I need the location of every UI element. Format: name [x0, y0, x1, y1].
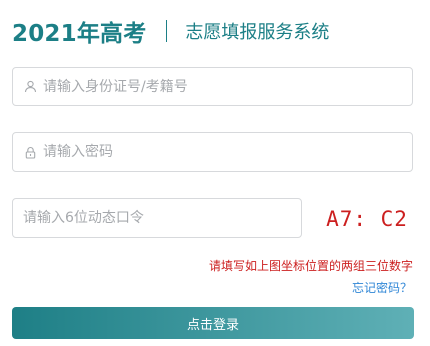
page-title: 2021年高考	[12, 21, 147, 47]
forgot-password-link[interactable]: 忘记密码？	[352, 279, 412, 296]
title-divider	[166, 20, 168, 42]
password-field	[12, 132, 413, 172]
captcha-image[interactable]: A7: C2	[326, 205, 408, 233]
id-number-input[interactable]	[43, 68, 412, 105]
lock-icon	[23, 145, 37, 159]
dynamic-code-input[interactable]	[23, 199, 301, 237]
dynamic-code-field	[12, 198, 302, 238]
id-number-field	[12, 67, 413, 106]
login-button[interactable]: 点击登录	[12, 307, 414, 339]
page-header: 2021年高考 志愿填报服务系统	[12, 14, 329, 48]
password-input[interactable]	[43, 133, 412, 171]
page-subtitle: 志愿填报服务系统	[185, 22, 330, 43]
user-icon	[23, 80, 37, 94]
captcha-hint: 请填写如上图坐标位置的两组三位数字	[208, 259, 413, 273]
